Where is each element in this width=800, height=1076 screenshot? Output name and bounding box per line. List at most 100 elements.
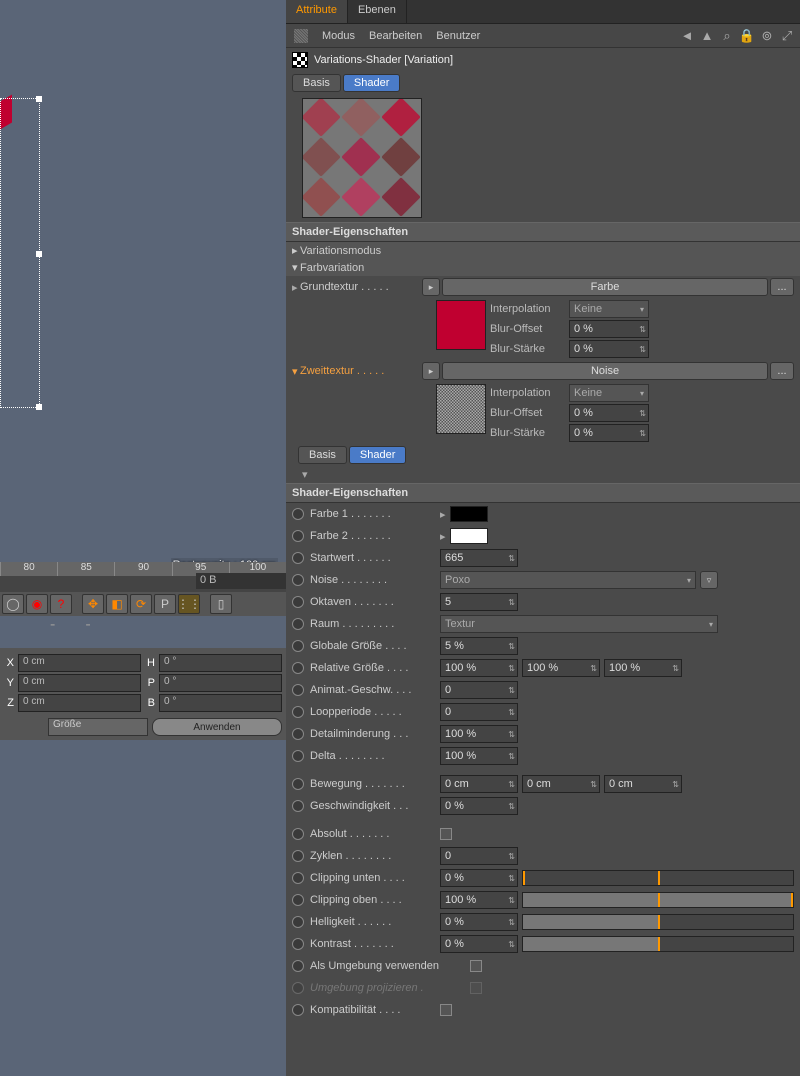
record-icon[interactable]: ◉ [26,594,48,614]
radio[interactable] [292,1004,304,1016]
grid-icon[interactable]: ⋮⋮ [178,594,200,614]
size-select[interactable]: Größe [48,718,148,736]
radio[interactable] [292,960,304,972]
sub-variationsmodus[interactable]: ▸Variationsmodus [286,242,800,259]
properties-scroll[interactable]: Shader-Eigenschaften ▸Variationsmodus ▾F… [286,94,800,1076]
menu-benutzer[interactable]: Benutzer [436,30,480,42]
kompat-checkbox[interactable] [440,1004,452,1016]
radio[interactable] [292,750,304,762]
texture-arrow-button[interactable]: ▸ [422,278,440,296]
absolut-checkbox[interactable] [440,828,452,840]
handle[interactable] [36,96,42,102]
radio[interactable] [292,800,304,812]
startwert-field[interactable]: 665⇅ [440,549,518,567]
color-swatch-red[interactable] [436,300,486,350]
clip-unten-field[interactable]: 0 %⇅ [440,869,518,887]
radio[interactable] [292,552,304,564]
search-icon[interactable]: ⌕ [720,29,734,43]
noise-swatch[interactable] [436,384,486,434]
radio[interactable] [292,916,304,928]
chevron-down-icon[interactable]: ▾ [286,466,800,483]
noise-button[interactable]: Noise [442,362,768,380]
kontrast-field[interactable]: 0 %⇅ [440,935,518,953]
radio[interactable] [292,574,304,586]
umgebung-checkbox[interactable] [470,960,482,972]
oktaven-field[interactable]: 5⇅ [440,593,518,611]
more-button[interactable]: ... [770,278,794,296]
handle[interactable] [36,404,42,410]
interpolation-select[interactable]: Keine▾ [569,384,649,402]
clip-oben-field[interactable]: 100 %⇅ [440,891,518,909]
tab-basis[interactable]: Basis [292,74,341,92]
helligkeit-slider[interactable] [522,914,794,930]
sub-farbvariation[interactable]: ▾Farbvariation [286,259,800,276]
radio[interactable] [292,596,304,608]
tool-icon[interactable]: ◯ [2,594,24,614]
blur-strength-field[interactable]: 0 %⇅ [569,424,649,442]
animat-field[interactable]: 0⇅ [440,681,518,699]
menu-modus[interactable]: Modus [322,30,355,42]
scale-icon[interactable]: ◧ [106,594,128,614]
menu-bearbeiten[interactable]: Bearbeiten [369,30,422,42]
radio[interactable] [292,728,304,740]
lock-icon[interactable]: 🔒 [740,29,754,43]
color2-field[interactable] [450,528,488,544]
selection-box[interactable] [0,98,40,408]
relative-y-field[interactable]: 100 %⇅ [522,659,600,677]
tab-ebenen[interactable]: Ebenen [348,0,407,23]
radio[interactable] [292,828,304,840]
radio[interactable] [292,938,304,950]
tab-shader[interactable]: Shader [343,74,400,92]
handle[interactable] [36,251,42,257]
blur-offset-field[interactable]: 0 %⇅ [569,404,649,422]
gear-icon[interactable]: ⊚ [760,29,774,43]
kontrast-slider[interactable] [522,936,794,952]
move-icon[interactable]: ✥ [82,594,104,614]
apply-button[interactable]: Anwenden [152,718,282,736]
expand-button[interactable]: ▿ [700,571,718,589]
radio[interactable] [292,850,304,862]
interpolation-select[interactable]: Keine▾ [569,300,649,318]
p-icon[interactable]: P [154,594,176,614]
detail-field[interactable]: 100 %⇅ [440,725,518,743]
bewegung-z-field[interactable]: 0 cm⇅ [604,775,682,793]
grid-icon[interactable] [294,29,308,43]
texture-arrow-button[interactable]: ▸ [422,362,440,380]
bewegung-y-field[interactable]: 0 cm⇅ [522,775,600,793]
expand-icon[interactable]: ⤢ [780,29,794,43]
blur-offset-field[interactable]: 0 %⇅ [569,320,649,338]
z-field[interactable]: 0 cm [18,694,141,712]
tab-shader-inner[interactable]: Shader [349,446,406,464]
relative-z-field[interactable]: 100 %⇅ [604,659,682,677]
blur-strength-field[interactable]: 0 %⇅ [569,340,649,358]
rotate-icon[interactable]: ⟳ [130,594,152,614]
radio[interactable] [292,872,304,884]
y-field[interactable]: 0 cm [18,674,141,692]
radio[interactable] [292,894,304,906]
h-field[interactable]: 0 ° [159,654,282,672]
tab-attribute[interactable]: Attribute [286,0,348,23]
relative-x-field[interactable]: 100 %⇅ [440,659,518,677]
more-button[interactable]: ... [770,362,794,380]
radio[interactable] [292,706,304,718]
delta-field[interactable]: 100 %⇅ [440,747,518,765]
preview-image[interactable] [302,98,422,218]
p-field[interactable]: 0 ° [159,674,282,692]
clip-unten-slider[interactable] [522,870,794,886]
film-icon[interactable]: ▯ [210,594,232,614]
tab-basis-inner[interactable]: Basis [298,446,347,464]
globale-field[interactable]: 5 %⇅ [440,637,518,655]
bewegung-x-field[interactable]: 0 cm⇅ [440,775,518,793]
radio[interactable] [292,684,304,696]
frame-field[interactable]: 0 B [196,573,286,589]
noise-select[interactable]: Poxo▾ [440,571,696,589]
x-field[interactable]: 0 cm [18,654,141,672]
up-icon[interactable]: ▲ [700,29,714,43]
helligkeit-field[interactable]: 0 %⇅ [440,913,518,931]
zyklen-field[interactable]: 0⇅ [440,847,518,865]
loop-field[interactable]: 0⇅ [440,703,518,721]
color1-field[interactable] [450,506,488,522]
viewport[interactable]: Rasterweite : 100 cm 80 85 90 95 100 0 B… [0,0,286,1076]
geschw-field[interactable]: 0 %⇅ [440,797,518,815]
radio[interactable] [292,778,304,790]
